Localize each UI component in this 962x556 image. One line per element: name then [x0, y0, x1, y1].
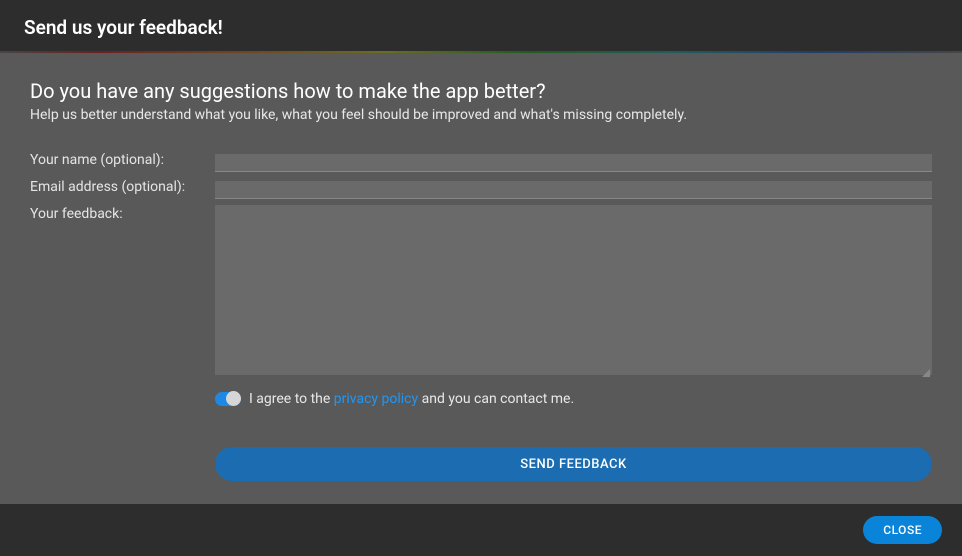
form-row-feedback: Your feedback: — [30, 205, 932, 379]
agree-suffix: and you can contact me. — [418, 391, 574, 407]
form-row-name: Your name (optional): — [30, 151, 932, 172]
privacy-policy-link[interactable]: privacy policy — [334, 391, 418, 407]
email-input[interactable] — [215, 181, 932, 199]
name-input[interactable] — [215, 154, 932, 172]
modal-body: Do you have any suggestions how to make … — [0, 53, 962, 504]
feedback-modal: Send us your feedback! Do you have any s… — [0, 0, 962, 556]
feedback-textarea[interactable] — [215, 205, 932, 375]
email-label: Email address (optional): — [30, 178, 215, 195]
close-button[interactable]: CLOSE — [863, 516, 942, 544]
agree-prefix: I agree to the — [249, 391, 334, 407]
modal-header: Send us your feedback! — [0, 0, 962, 51]
send-feedback-button[interactable]: SEND FEEDBACK — [215, 447, 932, 481]
agree-row: I agree to the privacy policy and you ca… — [215, 391, 932, 407]
divider-rainbow — [0, 51, 962, 53]
modal-title: Send us your feedback! — [24, 16, 938, 39]
toggle-knob-icon — [226, 391, 241, 406]
agree-toggle[interactable] — [215, 392, 241, 406]
feedback-label: Your feedback: — [30, 205, 215, 222]
agree-text: I agree to the privacy policy and you ca… — [249, 391, 574, 407]
name-label: Your name (optional): — [30, 151, 215, 168]
modal-footer: CLOSE — [0, 504, 962, 556]
question-title: Do you have any suggestions how to make … — [30, 79, 932, 103]
question-subtitle: Help us better understand what you like,… — [30, 107, 932, 123]
form-row-email: Email address (optional): — [30, 178, 932, 199]
